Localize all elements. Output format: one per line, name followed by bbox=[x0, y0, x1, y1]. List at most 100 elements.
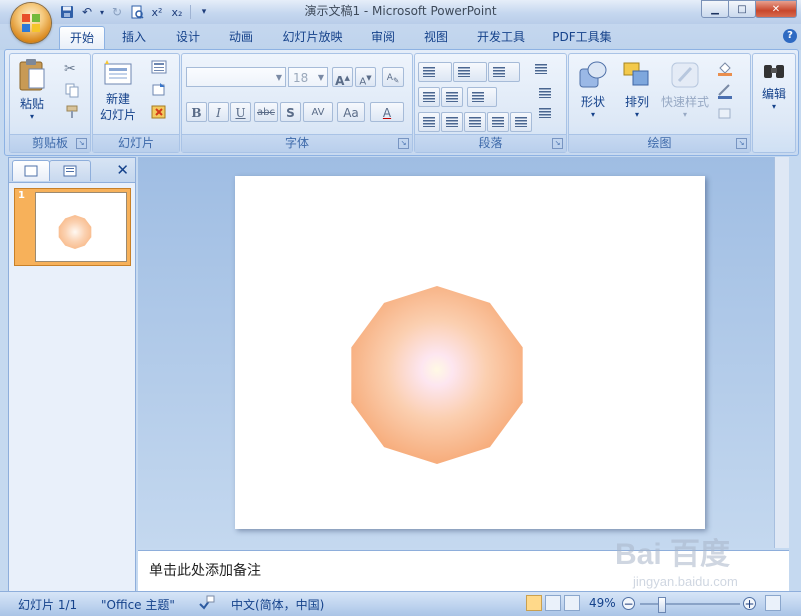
smartart-button[interactable] bbox=[535, 104, 559, 124]
slide-thumbnail-preview bbox=[35, 192, 127, 262]
italic-button[interactable]: I bbox=[208, 102, 229, 122]
tab-slides-thumbnails[interactable] bbox=[12, 160, 50, 181]
distributed-button[interactable] bbox=[510, 112, 532, 132]
office-button[interactable] bbox=[11, 3, 51, 43]
text-direction-icon bbox=[535, 64, 547, 74]
normal-view-button[interactable] bbox=[526, 595, 542, 611]
slide-thumbnail[interactable]: 1 bbox=[14, 188, 131, 266]
strikethrough-button[interactable]: abc bbox=[254, 102, 278, 122]
office-logo-icon bbox=[22, 14, 40, 32]
shrink-font-button[interactable]: A▼ bbox=[355, 67, 376, 87]
change-case-button[interactable]: Aa bbox=[337, 102, 365, 122]
zoom-slider-track[interactable] bbox=[640, 603, 740, 605]
font-size-combo[interactable]: 18 ▼ bbox=[288, 67, 328, 87]
minimize-button[interactable]: ▁ bbox=[701, 0, 729, 18]
spellcheck-icon[interactable] bbox=[198, 594, 216, 613]
delete-slide-icon[interactable] bbox=[151, 104, 167, 120]
underline-button[interactable]: U bbox=[230, 102, 251, 122]
align-center-button[interactable] bbox=[441, 112, 463, 132]
font-name-combo[interactable]: ▼ bbox=[186, 67, 286, 87]
close-button[interactable]: ✕ bbox=[755, 0, 797, 18]
line-spacing-button[interactable] bbox=[488, 62, 520, 82]
align-text-button[interactable] bbox=[535, 84, 559, 104]
outline-icon bbox=[63, 165, 77, 177]
zoom-out-button[interactable]: − bbox=[622, 597, 635, 610]
zoom-level[interactable]: 49% bbox=[589, 596, 616, 610]
shape-fill-icon[interactable] bbox=[717, 60, 733, 76]
tab-outline[interactable] bbox=[49, 160, 91, 181]
tab-view[interactable]: 视图 bbox=[416, 26, 456, 48]
font-size-value: 18 bbox=[293, 71, 309, 85]
grow-font-button[interactable]: A▲ bbox=[332, 67, 353, 88]
theme-status: "Office 主题" bbox=[101, 598, 175, 612]
align-left-button[interactable] bbox=[418, 112, 440, 132]
arrange-label: 排列 bbox=[624, 95, 649, 109]
editing-button[interactable]: 编辑 ▾ bbox=[754, 60, 794, 111]
tab-animations[interactable]: 动画 bbox=[221, 26, 261, 48]
slide-sorter-view-button[interactable] bbox=[545, 595, 561, 611]
format-painter-icon[interactable] bbox=[64, 104, 80, 120]
numbering-button[interactable] bbox=[453, 62, 487, 82]
zoom-in-button[interactable]: + bbox=[743, 597, 756, 610]
arrange-dropdown-icon[interactable]: ▾ bbox=[617, 110, 657, 119]
maximize-button[interactable]: □ bbox=[728, 0, 756, 18]
columns-icon bbox=[472, 92, 484, 102]
paste-dropdown-icon[interactable]: ▾ bbox=[14, 112, 50, 121]
quick-styles-button[interactable]: 快速样式 ▾ bbox=[659, 60, 711, 119]
reset-slide-icon[interactable] bbox=[151, 82, 167, 98]
clipboard-launcher-icon[interactable]: ↘ bbox=[76, 138, 87, 149]
columns-button[interactable] bbox=[467, 87, 497, 107]
arrange-icon bbox=[623, 62, 649, 86]
text-direction-button[interactable] bbox=[531, 60, 559, 80]
tab-slideshow[interactable]: 幻灯片放映 bbox=[275, 26, 350, 48]
slide-editing-area bbox=[138, 157, 789, 548]
tab-pdf-tools[interactable]: PDF工具集 bbox=[546, 26, 618, 48]
align-right-button[interactable] bbox=[464, 112, 486, 132]
align-right-icon bbox=[469, 117, 481, 127]
paste-button[interactable]: 粘贴 ▾ bbox=[14, 58, 50, 121]
shape-outline-icon[interactable] bbox=[717, 83, 733, 99]
arrange-button[interactable]: 排列 ▾ bbox=[617, 60, 657, 119]
font-launcher-icon[interactable]: ↘ bbox=[398, 138, 409, 149]
bullets-button[interactable] bbox=[418, 62, 452, 82]
tab-home[interactable]: 开始 bbox=[59, 26, 105, 50]
drawing-launcher-icon[interactable]: ↘ bbox=[736, 138, 747, 149]
copy-icon[interactable] bbox=[64, 82, 80, 98]
character-spacing-button[interactable]: AV bbox=[303, 102, 333, 122]
slideshow-view-button[interactable] bbox=[564, 595, 580, 611]
zoom-slider-thumb[interactable] bbox=[658, 597, 666, 613]
decagon-shape[interactable] bbox=[351, 286, 523, 464]
shape-effects-icon[interactable] bbox=[717, 105, 733, 121]
language-status[interactable]: 中文(简体，中国) bbox=[231, 596, 324, 613]
shapes-button[interactable]: 形状 ▾ bbox=[573, 60, 613, 119]
bold-button[interactable]: B bbox=[186, 102, 207, 122]
fit-to-window-button[interactable] bbox=[765, 595, 781, 611]
text-shadow-button[interactable]: S bbox=[280, 102, 301, 122]
layout-icon[interactable] bbox=[151, 60, 167, 76]
tab-insert[interactable]: 插入 bbox=[114, 26, 154, 48]
decrease-indent-button[interactable] bbox=[418, 87, 440, 107]
status-bar: 幻灯片 1/1 "Office 主题" 中文(简体，中国) 49% − + bbox=[0, 591, 801, 616]
cut-icon[interactable]: ✂ bbox=[64, 61, 80, 77]
clear-format-button[interactable]: A✎ bbox=[382, 67, 404, 87]
align-left-icon bbox=[423, 117, 435, 127]
slide-canvas[interactable] bbox=[235, 176, 705, 529]
font-color-button[interactable]: A bbox=[370, 102, 404, 122]
tab-developer[interactable]: 开发工具 bbox=[469, 26, 533, 48]
paste-icon bbox=[19, 59, 45, 91]
vertical-scrollbar[interactable] bbox=[774, 157, 789, 548]
slides-group: 新建 幻灯片 幻灯片 bbox=[92, 53, 180, 153]
tab-review[interactable]: 审阅 bbox=[363, 26, 403, 48]
editing-dropdown-icon[interactable]: ▾ bbox=[754, 102, 794, 111]
justify-button[interactable] bbox=[487, 112, 509, 132]
tab-design[interactable]: 设计 bbox=[168, 26, 208, 48]
numbering-icon bbox=[458, 67, 470, 77]
help-icon[interactable]: ? bbox=[783, 29, 797, 43]
quick-styles-dropdown-icon[interactable]: ▾ bbox=[659, 110, 711, 119]
shapes-dropdown-icon[interactable]: ▾ bbox=[573, 110, 613, 119]
paragraph-launcher-icon[interactable]: ↘ bbox=[552, 138, 563, 149]
increase-indent-button[interactable] bbox=[441, 87, 463, 107]
new-slide-button[interactable]: 新建 幻灯片 bbox=[95, 58, 141, 123]
font-group-label: 字体 bbox=[182, 134, 412, 152]
close-pane-icon[interactable]: ✕ bbox=[116, 161, 129, 179]
